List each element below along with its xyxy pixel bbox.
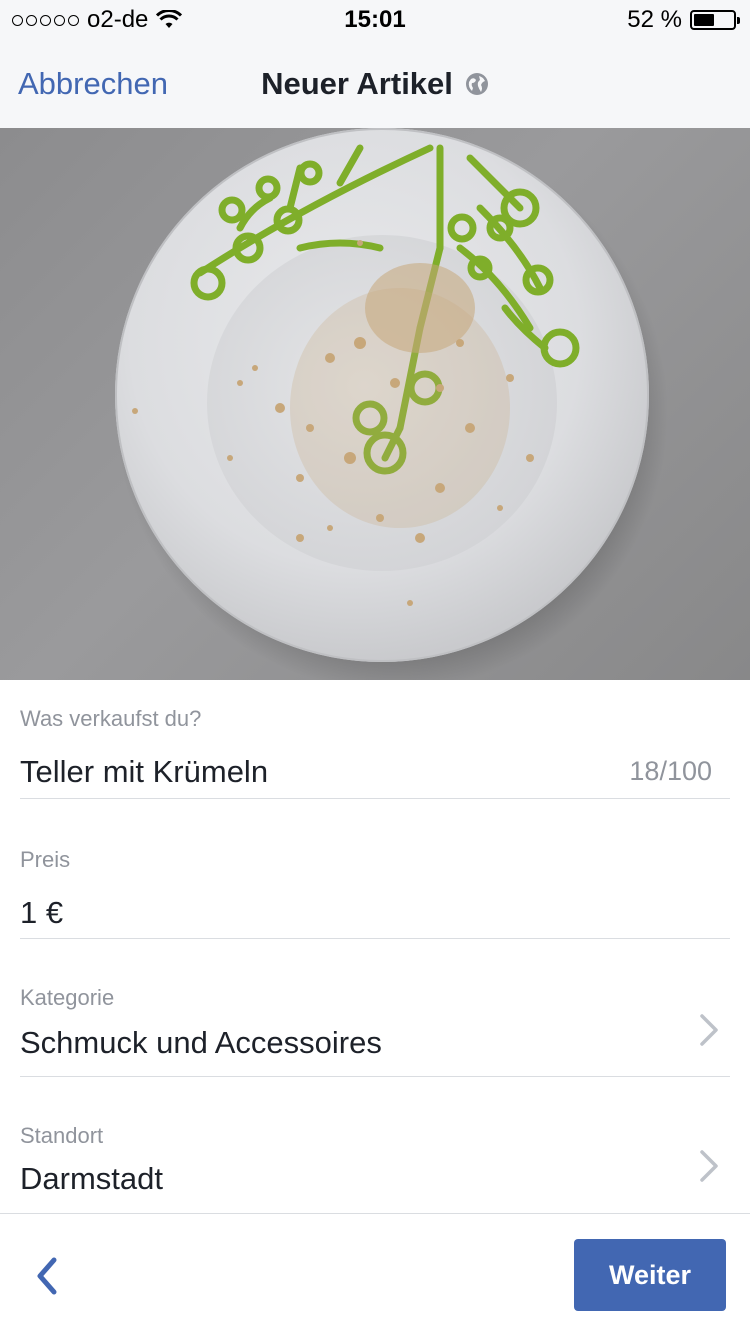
battery-icon — [690, 10, 740, 30]
status-bar: o2-de 15:01 52 % — [0, 0, 750, 40]
category-value: Schmuck und Accessoires — [20, 1025, 382, 1060]
character-counter: 18/100 — [629, 756, 712, 786]
title-input[interactable]: Teller mit Krümeln — [20, 754, 268, 790]
battery-percentage: 52 % — [627, 6, 682, 33]
category-field-label: Kategorie — [20, 985, 115, 1010]
bottom-bar: Weiter — [0, 1213, 750, 1334]
chevron-right-icon — [700, 1150, 718, 1182]
category-field[interactable]: Kategorie Schmuck und Accessoires — [20, 939, 730, 1077]
price-field[interactable]: Preis 1 € — [20, 799, 730, 939]
nav-bar: Abbrechen Neuer Artikel — [0, 40, 750, 128]
next-button[interactable]: Weiter — [574, 1239, 726, 1311]
price-field-label: Preis — [20, 847, 71, 872]
status-right: 52 % — [627, 6, 740, 34]
globe-icon — [465, 73, 488, 95]
title-field-label: Was verkaufst du? — [20, 706, 202, 731]
title-field[interactable]: Was verkaufst du? Teller mit Krümeln 18/… — [20, 680, 730, 799]
nav-title-group: Neuer Artikel — [0, 66, 750, 102]
plate-illustration — [115, 128, 668, 680]
battery-level — [694, 14, 714, 26]
location-field-label: Standort — [20, 1123, 104, 1148]
chevron-right-icon — [700, 1014, 718, 1046]
item-photo[interactable] — [0, 128, 750, 680]
price-input[interactable]: 1 € — [20, 895, 63, 931]
page-title: Neuer Artikel — [261, 66, 453, 101]
location-value: Darmstadt — [20, 1161, 163, 1196]
back-arrow-icon[interactable] — [32, 1256, 62, 1296]
location-field[interactable]: Standort Darmstadt — [20, 1077, 730, 1214]
